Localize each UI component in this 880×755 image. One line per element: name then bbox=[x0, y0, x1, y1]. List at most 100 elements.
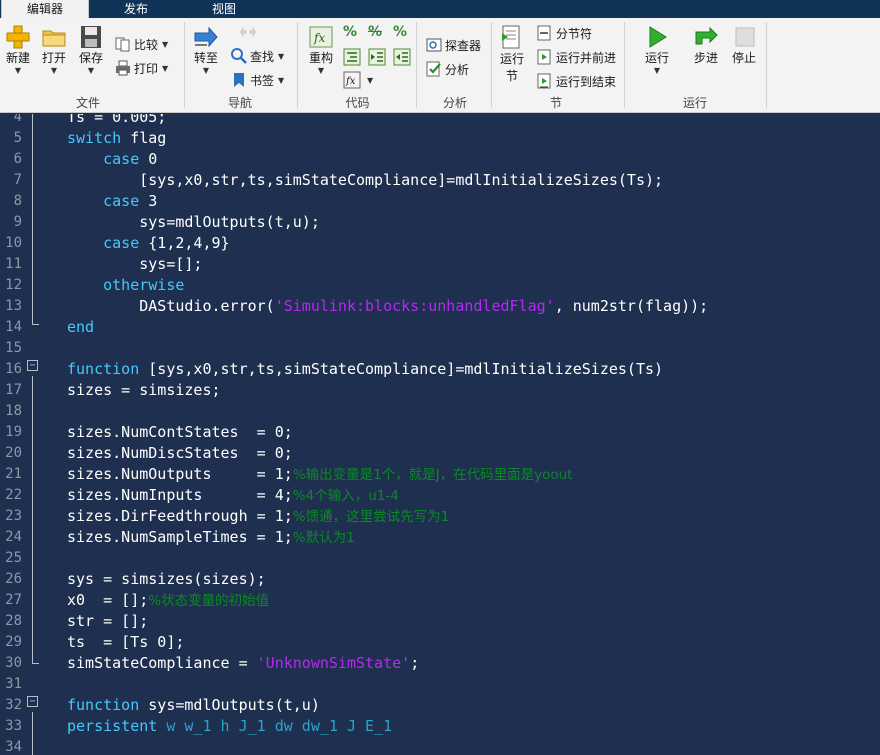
code-line[interactable]: 4 Ts = 0.005; bbox=[0, 114, 880, 128]
find-dropdown-icon[interactable]: ▼ bbox=[278, 52, 284, 61]
code-line[interactable]: 12 otherwise bbox=[0, 275, 880, 296]
code-line[interactable]: 18 bbox=[0, 401, 880, 422]
increase-indent-icon[interactable] bbox=[368, 48, 386, 66]
code-line[interactable]: 21 sizes.NumOutputs = 1;%输出变量是1个，就是J，在代码里… bbox=[0, 464, 880, 485]
compare-dropdown-icon[interactable]: ▼ bbox=[162, 40, 168, 49]
line-number: 9 bbox=[13, 214, 22, 230]
code-line[interactable]: 28 str = []; bbox=[0, 611, 880, 632]
run-and-advance-button[interactable]: 运行并前进 bbox=[536, 47, 616, 67]
goto-dropdown-icon[interactable]: ▼ bbox=[190, 66, 222, 76]
tab-publish[interactable]: 发布 bbox=[96, 0, 176, 18]
tab-editor[interactable]: 编辑器 bbox=[1, 0, 89, 18]
code-line[interactable]: 25 bbox=[0, 548, 880, 569]
decrease-indent-icon[interactable] bbox=[393, 48, 411, 66]
section-break-button[interactable]: 分节符 bbox=[536, 23, 592, 43]
code-token: flag bbox=[121, 129, 167, 147]
save-button[interactable]: 保存 ▼ bbox=[75, 24, 107, 76]
code-text: function [sys,x0,str,ts,simStateComplian… bbox=[67, 359, 663, 380]
code-text: sys=[]; bbox=[67, 254, 202, 275]
code-line[interactable]: 34 bbox=[0, 737, 880, 755]
run-to-end-button[interactable]: 运行到结束 bbox=[536, 71, 616, 91]
group-separator bbox=[766, 22, 767, 108]
open-dropdown-icon[interactable]: ▼ bbox=[38, 66, 70, 76]
svg-text:fx: fx bbox=[345, 76, 356, 87]
run-group-label: 运行 bbox=[682, 96, 707, 110]
code-token: sys=mdlOutputs(t,u); bbox=[67, 213, 320, 231]
code-text: sys=mdlOutputs(t,u); bbox=[67, 212, 320, 233]
run-section-button[interactable]: 运行 节 bbox=[496, 24, 528, 84]
new-label: 新建 bbox=[5, 51, 30, 65]
bookmark-dropdown-icon[interactable]: ▼ bbox=[278, 76, 284, 85]
inspector-button[interactable]: 探查器 bbox=[425, 35, 481, 55]
step-button[interactable]: 步进 bbox=[690, 24, 722, 66]
analyze-button[interactable]: 分析 bbox=[425, 59, 469, 79]
code-line[interactable]: 16 function [sys,x0,str,ts,simStateCompli… bbox=[0, 359, 880, 380]
code-line[interactable]: 30 simStateCompliance = 'UnknownSimState'… bbox=[0, 653, 880, 674]
back-forward-buttons[interactable] bbox=[230, 22, 268, 42]
bookmark-label: 书签 bbox=[250, 73, 275, 88]
keyword-token: function bbox=[67, 696, 140, 714]
run-dropdown-icon[interactable]: ▼ bbox=[641, 66, 673, 76]
print-dropdown-icon[interactable]: ▼ bbox=[162, 64, 168, 73]
compare-button[interactable]: 比较 ▼ bbox=[114, 34, 168, 54]
goto-button[interactable]: 转至 ▼ bbox=[190, 24, 222, 76]
code-line[interactable]: 7 [sys,x0,str,ts,simStateCompliance]=mdl… bbox=[0, 170, 880, 191]
code-token: [sys,x0,str,ts,simStateCompliance]=mdlIn… bbox=[67, 171, 664, 189]
function-tools-dropdown-icon[interactable]: ▼ bbox=[367, 76, 373, 85]
code-line[interactable]: 10 case {1,2,4,9} bbox=[0, 233, 880, 254]
code-line[interactable]: 13 DAStudio.error('Simulink:blocks:unhan… bbox=[0, 296, 880, 317]
line-number: 8 bbox=[13, 193, 22, 209]
code-line[interactable]: 14 end bbox=[0, 317, 880, 338]
code-line[interactable]: 22 sizes.NumInputs = 4;%4个输入，u1-4 bbox=[0, 485, 880, 506]
tab-view[interactable]: 视图 bbox=[184, 0, 264, 18]
code-line[interactable]: 23 sizes.DirFeedthrough = 1;%馈通，这里尝试先写为1 bbox=[0, 506, 880, 527]
line-number: 15 bbox=[5, 340, 22, 356]
comment-button[interactable]: % bbox=[343, 24, 361, 42]
stop-button[interactable]: 停止 bbox=[728, 24, 760, 66]
persistent-var-token: w w_1 h J_1 dw dw_1 J E_1 bbox=[157, 717, 393, 735]
fold-toggle-mdlOutputs[interactable]: − bbox=[27, 696, 38, 707]
code-line[interactable]: 15 bbox=[0, 338, 880, 359]
code-line[interactable]: 27 x0 = [];%状态变量的初始值 bbox=[0, 590, 880, 611]
function-tools-button[interactable]: fx ▼ bbox=[343, 70, 373, 90]
code-line[interactable]: 31 bbox=[0, 674, 880, 695]
new-dropdown-icon[interactable]: ▼ bbox=[2, 66, 34, 76]
back-forward-icon bbox=[240, 26, 256, 38]
refactor-button[interactable]: fx 重构 ▼ bbox=[305, 24, 337, 76]
printer-icon bbox=[116, 60, 130, 76]
code-line[interactable]: 24 sizes.NumSampleTimes = 1;%默认为1 bbox=[0, 527, 880, 548]
code-line[interactable]: 6 case 0 bbox=[0, 149, 880, 170]
code-line[interactable]: 9 sys=mdlOutputs(t,u); bbox=[0, 212, 880, 233]
find-button[interactable]: 查找 ▼ bbox=[230, 46, 284, 66]
code-line[interactable]: 32 function sys=mdlOutputs(t,u) bbox=[0, 695, 880, 716]
line-number: 11 bbox=[5, 256, 22, 272]
code-editor[interactable]: 4 Ts = 0.005; 5 switch flag 6 case 07 [sys,x… bbox=[0, 114, 880, 755]
indent-icon[interactable] bbox=[343, 48, 361, 66]
refactor-dropdown-icon[interactable]: ▼ bbox=[305, 66, 337, 76]
wrap-comments-button[interactable]: % bbox=[393, 24, 411, 42]
uncomment-button[interactable]: % bbox=[368, 24, 386, 42]
open-button[interactable]: 打开 ▼ bbox=[38, 24, 70, 76]
code-line[interactable]: 33 persistent w w_1 h J_1 dw dw_1 J E_1 bbox=[0, 716, 880, 737]
group-separator bbox=[297, 22, 298, 108]
code-line[interactable]: 8 case 3 bbox=[0, 191, 880, 212]
code-text: [sys,x0,str,ts,simStateCompliance]=mdlIn… bbox=[67, 170, 663, 191]
code-line[interactable]: 17 sizes = simsizes; bbox=[0, 380, 880, 401]
run-button[interactable]: 运行 ▼ bbox=[641, 24, 673, 76]
code-line[interactable]: 19 sizes.NumContStates = 0; bbox=[0, 422, 880, 443]
code-line[interactable]: 11 sys=[]; bbox=[0, 254, 880, 275]
code-line[interactable]: 20 sizes.NumDiscStates = 0; bbox=[0, 443, 880, 464]
code-line[interactable]: 26 sys = simsizes(sizes); bbox=[0, 569, 880, 590]
code-line[interactable]: 29 ts = [Ts 0]; bbox=[0, 632, 880, 653]
save-label: 保存 bbox=[78, 51, 103, 65]
code-token: str = []; bbox=[67, 612, 149, 630]
new-button[interactable]: 新建 ▼ bbox=[2, 24, 34, 76]
fold-toggle-mdlInitializeSizes[interactable]: − bbox=[27, 360, 38, 371]
line-number: 6 bbox=[13, 151, 22, 167]
comment-token: %状态变量的初始值 bbox=[148, 593, 270, 609]
print-button[interactable]: 打印 ▼ bbox=[114, 58, 168, 78]
save-dropdown-icon[interactable]: ▼ bbox=[75, 66, 107, 76]
code-text: sizes.NumDiscStates = 0; bbox=[67, 443, 293, 464]
code-line[interactable]: 5 switch flag bbox=[0, 128, 880, 149]
bookmark-button[interactable]: 书签 ▼ bbox=[230, 70, 284, 90]
